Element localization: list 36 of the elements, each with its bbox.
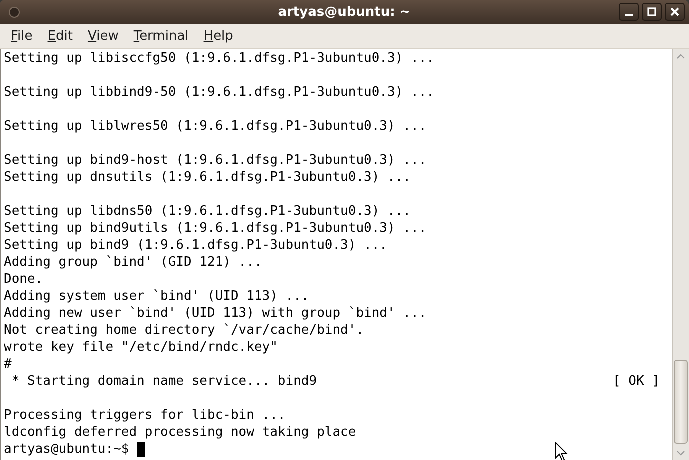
output-line: Adding new user `bind' (UID 113) with group `bind' ... [4,305,428,322]
window-menu-icon[interactable] [9,6,20,18]
shell-prompt: artyas@ubuntu:~$ [4,441,130,458]
maximize-icon [647,7,657,17]
output-line: Setting up dnsutils (1:9.6.1.dfsg.P1-3ubuntu0.3) ... [4,169,412,186]
window-title: artyas@ubuntu: ~ [278,4,411,20]
minimize-icon [625,14,633,16]
output-line: Setting up liblwres50 (1:9.6.1.dfsg.P1-3ubuntu0.3) ... [4,118,428,135]
menu-item[interactable]: File [4,28,41,44]
output-line: * Starting domain name service... bind9 [10,373,318,390]
menu-item[interactable]: View [80,28,127,44]
output-line: Adding group `bind' (GID 121) ... [4,254,264,271]
scrollbar-thumb[interactable] [674,360,688,444]
menu-item[interactable]: Help [196,28,242,44]
output-line: Done. [4,271,44,288]
output-line: ldconfig deferred processing now taking place [4,424,358,441]
output-line: Setting up bind9utils (1:9.6.1.dfsg.P1-3ubuntu0.3) ... [4,220,428,237]
output-line: Setting up bind9-host (1:9.6.1.dfsg.P1-3ubuntu0.3) ... [4,152,428,169]
minimize-button[interactable] [619,3,639,21]
scrollbar[interactable] [672,49,689,460]
output-line: Processing triggers for libc-bin ... [4,407,287,424]
menu-item[interactable]: Edit [40,28,81,44]
output-line: # [4,356,13,373]
output-line: Setting up libisccfg50 (1:9.6.1.dfsg.P1-3ubuntu0.3) ... [4,50,436,67]
output-line: Setting up bind9 (1:9.6.1.dfsg.P1-3ubuntu0.3) ... [4,237,389,254]
output-line: Adding system user `bind' (UID 113) ... [4,288,310,305]
status-text: [ OK ] [613,373,660,390]
menu-item[interactable]: Terminal [126,28,197,44]
close-icon [670,7,680,17]
output-line: wrote key file "/etc/bind/rndc.key" [4,339,279,356]
output-line: Setting up libdns50 (1:9.6.1.dfsg.P1-3ubuntu0.3) ... [4,203,412,220]
output-line: Setting up libbind9-50 (1:9.6.1.dfsg.P1-3ubuntu0.3) ... [4,84,436,101]
close-button[interactable] [665,3,685,21]
maximize-button[interactable] [642,3,662,21]
output-line: Not creating home directory `/var/cache/bind'. [4,322,366,339]
text-cursor [137,442,146,457]
